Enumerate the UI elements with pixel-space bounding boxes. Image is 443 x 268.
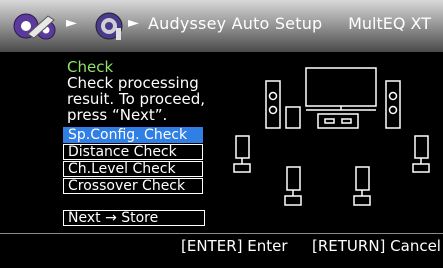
surround-right-speaker-icon — [412, 135, 430, 173]
surround-back-right-speaker-icon — [353, 166, 371, 206]
tv-icon — [305, 67, 377, 111]
footer-divider — [0, 233, 443, 234]
front-right-speaker-icon — [385, 80, 401, 129]
setup-screen: ► ► Audyssey Auto Setup MultEQ XT Check … — [0, 0, 443, 268]
speaker-layout-diagram — [233, 67, 430, 206]
surround-left-speaker-icon — [233, 135, 251, 173]
front-left-speaker-icon — [265, 80, 281, 129]
enter-hint: [ENTER] Enter — [181, 237, 288, 255]
subwoofer-icon — [285, 106, 301, 129]
return-hint: [RETURN] Cancel — [312, 237, 441, 255]
center-speaker-icon — [317, 113, 359, 129]
surround-back-left-speaker-icon — [284, 166, 302, 206]
